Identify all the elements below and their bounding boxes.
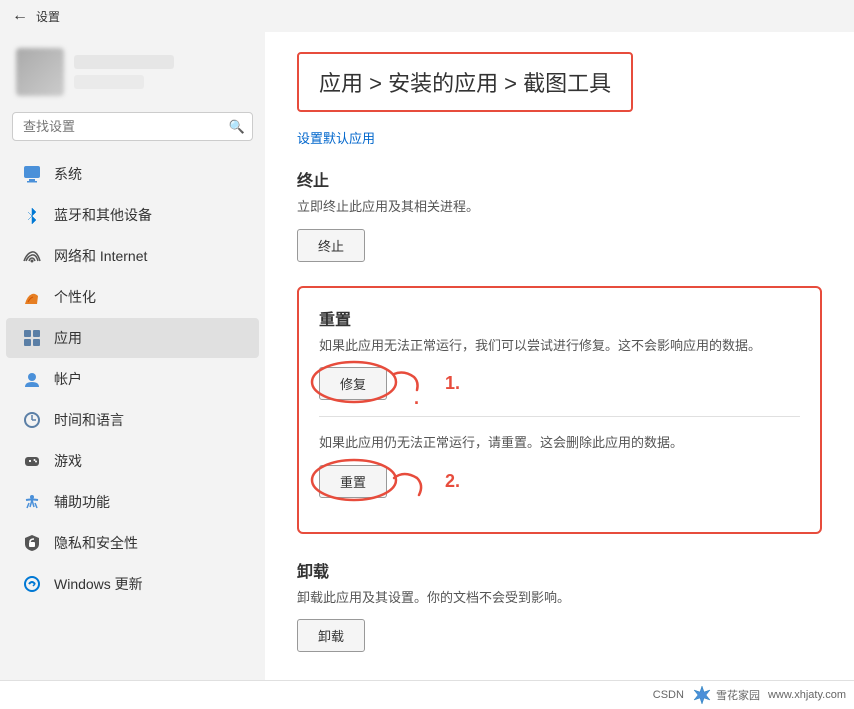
sidebar-item-time[interactable]: 时间和语言 — [6, 400, 259, 440]
watermark-url: www.xhjaty.com — [768, 689, 846, 701]
sidebar-item-windows-update[interactable]: Windows 更新 — [6, 564, 259, 604]
breadcrumb: 应用 > 安装的应用 > 截图工具 — [319, 71, 611, 96]
search-input[interactable] — [12, 112, 253, 141]
reset-desc: 如果此应用仍无法正常运行，请重置。这会删除此应用的数据。 — [319, 433, 800, 453]
bottom-bar: CSDN 雪花家园 www.xhjaty.com — [0, 680, 854, 709]
sidebar-profile — [0, 32, 265, 104]
reset-title: 重置 — [319, 306, 800, 330]
terminate-desc: 立即终止此应用及其相关进程。 — [297, 197, 822, 217]
svg-text:.: . — [414, 388, 419, 408]
window-title: 设置 — [36, 8, 60, 25]
sidebar-item-system[interactable]: 系统 — [6, 154, 259, 194]
network-icon — [22, 246, 42, 266]
sidebar-item-label: 时间和语言 — [54, 410, 124, 430]
sidebar-item-privacy[interactable]: 隐私和安全性 — [6, 523, 259, 563]
bluetooth-icon — [22, 205, 42, 225]
reset-section: 重置 如果此应用无法正常运行，我们可以尝试进行修复。这不会影响应用的数据。 修复… — [297, 286, 822, 534]
repair-desc: 如果此应用无法正常运行，我们可以尝试进行修复。这不会影响应用的数据。 — [319, 336, 800, 356]
uninstall-button[interactable]: 卸载 — [297, 619, 365, 652]
repair-button[interactable]: 修复 — [319, 367, 387, 400]
watermark-label: 雪花家园 — [716, 687, 760, 703]
back-arrow[interactable]: ← — [12, 7, 28, 25]
reset-button[interactable]: 重置 — [319, 465, 387, 498]
section-divider — [319, 416, 800, 417]
search-icon: 🔍 — [229, 119, 245, 135]
sidebar-item-label: 蓝牙和其他设备 — [54, 205, 152, 225]
content-area: 应用 > 安装的应用 > 截图工具 设置默认应用 终止 立即终止此应用及其相关进… — [265, 32, 854, 680]
sidebar-item-label: 应用 — [54, 328, 82, 348]
personalization-icon — [22, 287, 42, 307]
sidebar-item-label: Windows 更新 — [54, 574, 143, 594]
csdn-label: CSDN — [653, 689, 684, 701]
sidebar-item-bluetooth[interactable]: 蓝牙和其他设备 — [6, 195, 259, 235]
sidebar-item-gaming[interactable]: 游戏 — [6, 441, 259, 481]
terminate-title: 终止 — [297, 167, 822, 191]
sidebar-item-label: 系统 — [54, 164, 82, 184]
terminate-button[interactable]: 终止 — [297, 229, 365, 262]
uninstall-section: 卸载 卸载此应用及其设置。你的文档不会受到影响。 卸载 — [297, 558, 822, 653]
sidebar-item-label: 个性化 — [54, 287, 96, 307]
apps-icon — [22, 328, 42, 348]
avatar — [16, 48, 64, 96]
uninstall-title: 卸载 — [297, 558, 822, 582]
terminate-section: 终止 立即终止此应用及其相关进程。 终止 — [297, 167, 822, 262]
sidebar-item-personalization[interactable]: 个性化 — [6, 277, 259, 317]
annotation-2-label: 2. — [445, 471, 460, 492]
privacy-icon — [22, 533, 42, 553]
sidebar-item-accounts[interactable]: 帐户 — [6, 359, 259, 399]
title-bar: ← 设置 — [0, 0, 854, 32]
accounts-icon — [22, 369, 42, 389]
set-default-link[interactable]: 设置默认应用 — [297, 128, 822, 147]
windows-update-icon — [22, 574, 42, 594]
sidebar-item-apps[interactable]: 应用 — [6, 318, 259, 358]
reset-subsection: 如果此应用仍无法正常运行，请重置。这会删除此应用的数据。 重置 2. — [319, 433, 800, 498]
sidebar-item-label: 帐户 — [54, 369, 82, 389]
sidebar-item-label: 隐私和安全性 — [54, 533, 138, 553]
breadcrumb-box: 应用 > 安装的应用 > 截图工具 — [297, 52, 633, 112]
uninstall-desc: 卸载此应用及其设置。你的文档不会受到影响。 — [297, 588, 822, 608]
repair-subsection: 如果此应用无法正常运行，我们可以尝试进行修复。这不会影响应用的数据。 修复 . … — [319, 336, 800, 401]
gaming-icon — [22, 451, 42, 471]
sidebar-item-network[interactable]: 网络和 Internet — [6, 236, 259, 276]
profile-sub — [74, 75, 144, 89]
search-box[interactable]: 🔍 — [12, 112, 253, 141]
sidebar-item-label: 网络和 Internet — [54, 246, 147, 266]
system-icon — [22, 164, 42, 184]
annotation-1-label: 1. — [445, 373, 460, 394]
profile-name — [74, 55, 174, 69]
sidebar: 🔍 系统 蓝牙和其他设备 网络和 Internet — [0, 32, 265, 680]
snowflake-icon — [692, 685, 712, 705]
sidebar-nav: 系统 蓝牙和其他设备 网络和 Internet 个性化 — [0, 149, 265, 680]
sidebar-item-accessibility[interactable]: 辅助功能 — [6, 482, 259, 522]
sidebar-item-label: 游戏 — [54, 451, 82, 471]
time-icon — [22, 410, 42, 430]
sidebar-item-label: 辅助功能 — [54, 492, 110, 512]
accessibility-icon — [22, 492, 42, 512]
